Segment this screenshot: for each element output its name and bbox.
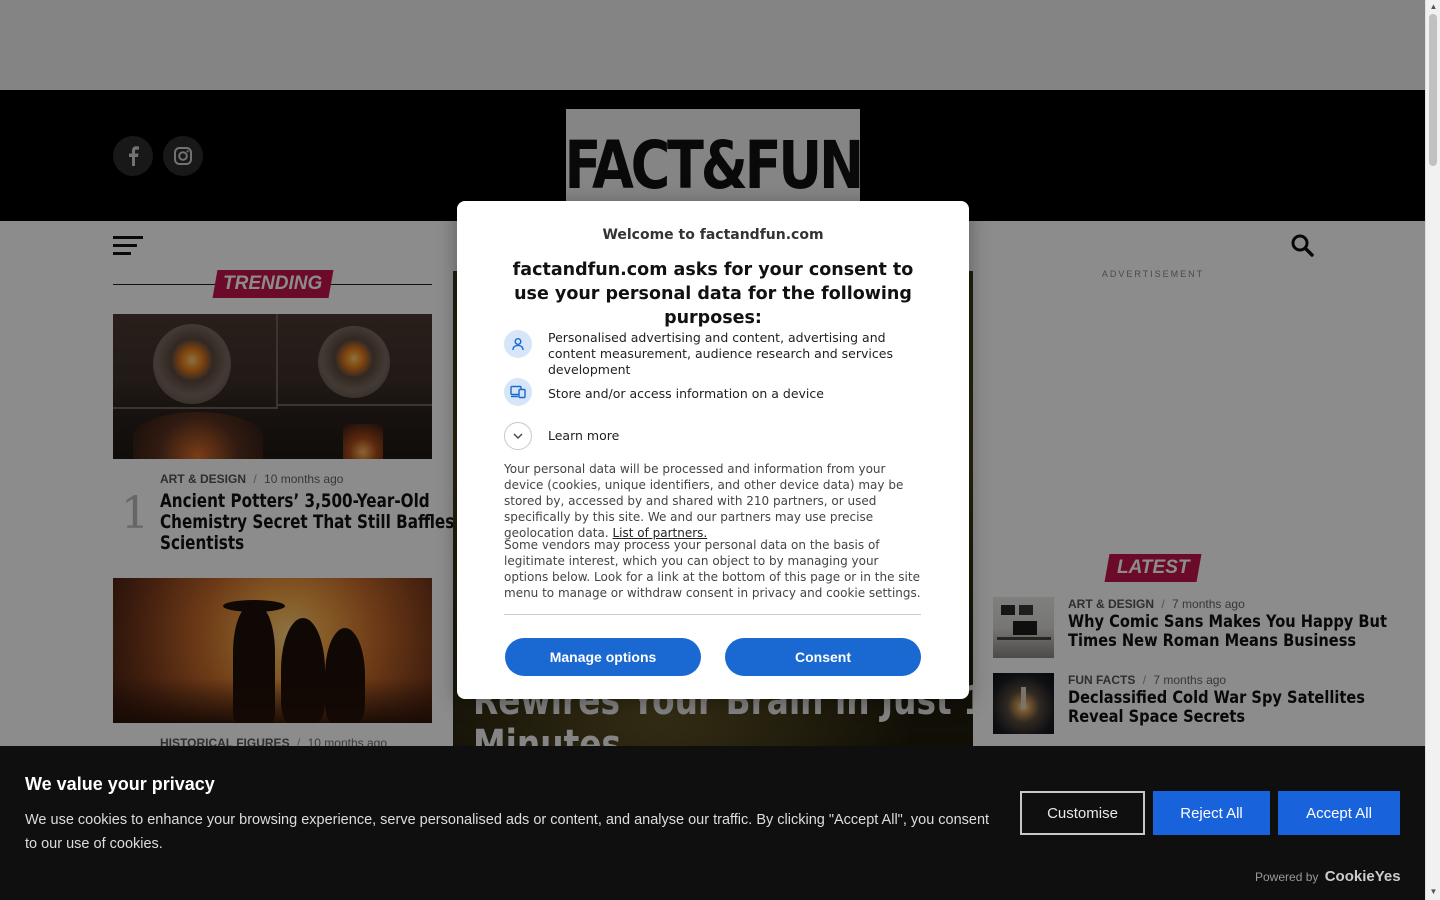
chevron-down-icon[interactable] (504, 422, 532, 450)
learn-more-label[interactable]: Learn more (548, 428, 918, 444)
consent-paragraph-2: Some vendors may process your personal d… (504, 538, 921, 600)
scroll-thumb[interactable] (1429, 14, 1437, 166)
scroll-down-icon[interactable]: ▼ (1429, 887, 1438, 896)
person-icon (504, 330, 532, 358)
cookie-banner: We value your privacy We use cookies to … (0, 746, 1425, 900)
modal-divider (504, 614, 921, 615)
consent-dialog: Welcome to factandfun.com factandfun.com… (457, 201, 969, 699)
consent-paragraph-1: Your personal data will be processed and… (504, 461, 922, 541)
accept-all-button[interactable]: Accept All (1278, 791, 1400, 835)
purpose-text: Personalised advertising and content, ad… (548, 330, 893, 377)
consent-welcome: Welcome to factandfun.com (602, 227, 824, 243)
manage-options-button[interactable]: Manage options (505, 638, 701, 676)
powered-by: Powered by CookieYes (1255, 868, 1401, 885)
cookie-banner-text: We use cookies to enhance your browsing … (25, 812, 990, 852)
purpose-text: Store and/or access information on a dev… (548, 386, 824, 401)
cookieyes-logo[interactable]: CookieYes (1325, 868, 1401, 885)
reject-all-button[interactable]: Reject All (1153, 791, 1270, 835)
scroll-up-icon[interactable]: ▲ (1429, 2, 1438, 11)
cookie-banner-title: We value your privacy (25, 774, 215, 794)
consent-title: factandfun.com asks for your consent to … (512, 260, 914, 328)
powered-by-label: Powered by (1255, 870, 1319, 884)
consent-button[interactable]: Consent (725, 638, 921, 676)
customise-button[interactable]: Customise (1020, 791, 1145, 835)
page-scrollbar[interactable]: ▲ ▼ (1425, 0, 1440, 900)
devices-icon (504, 378, 532, 406)
